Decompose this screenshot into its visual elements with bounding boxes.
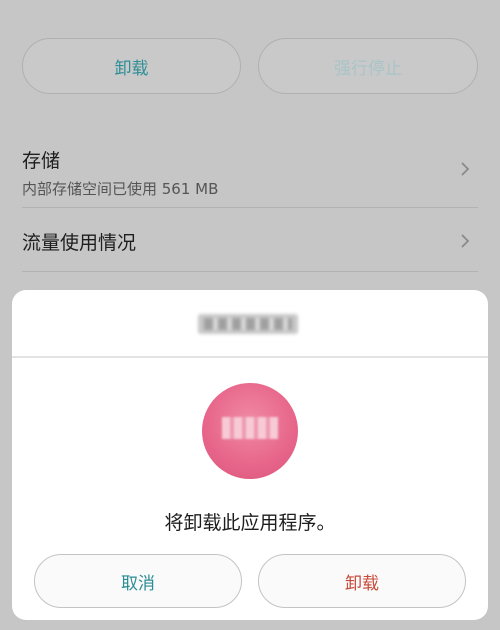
storage-row[interactable]: 存储 内部存储空间已使用 561 MB <box>22 146 478 198</box>
chevron-right-icon <box>461 234 470 248</box>
force-stop-button[interactable]: 强行停止 <box>258 38 478 94</box>
dialog-message: 将卸载此应用程序。 <box>164 512 336 534</box>
dialog-divider <box>12 356 488 358</box>
storage-title: 存储 <box>22 150 61 172</box>
app-icon <box>202 383 298 479</box>
uninstall-button[interactable]: 卸载 <box>22 38 241 94</box>
chevron-right-icon <box>461 162 470 176</box>
uninstall-dialog: 将卸载此应用程序。 取消 卸载 <box>12 290 488 620</box>
divider <box>22 207 478 208</box>
divider <box>22 271 478 272</box>
cancel-button[interactable]: 取消 <box>34 554 242 608</box>
storage-subtitle: 内部存储空间已使用 561 MB <box>22 180 219 198</box>
app-name-pixelated <box>198 314 298 334</box>
app-icon-pixelated-label <box>222 417 278 439</box>
data-usage-title: 流量使用情况 <box>22 232 137 254</box>
data-usage-row[interactable]: 流量使用情况 <box>22 228 478 258</box>
confirm-uninstall-button[interactable]: 卸载 <box>258 554 466 608</box>
